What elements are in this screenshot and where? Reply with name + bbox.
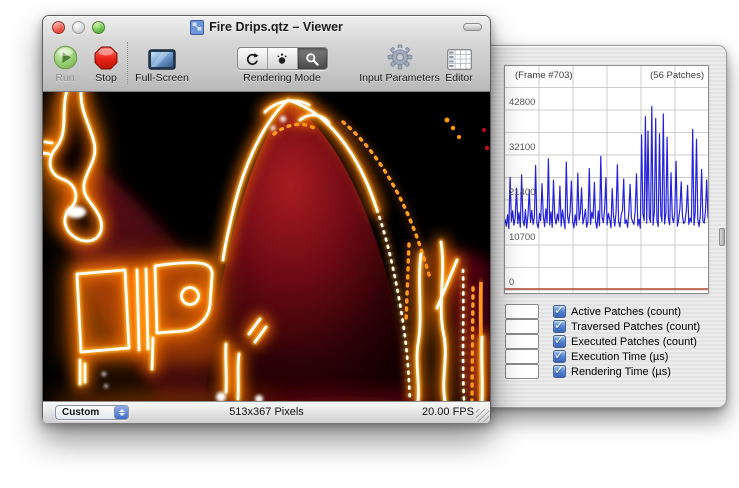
- legend-checkbox[interactable]: [553, 320, 566, 333]
- render-viewport[interactable]: [43, 92, 490, 401]
- y-tick-10700: 10700: [509, 232, 535, 243]
- y-tick-0: 0: [509, 277, 514, 288]
- legend-label: Execution Time (µs): [571, 351, 668, 363]
- rendering-mode-particle-segment[interactable]: [268, 48, 298, 69]
- run-button[interactable]: Run: [43, 40, 87, 84]
- patch-counter: (56 Patches): [650, 70, 704, 81]
- legend-row-rendering-time: Rendering Time (µs): [505, 364, 700, 379]
- stop-button[interactable]: Stop: [84, 40, 128, 84]
- statusbar: Custom 513x367 Pixels 20.00 FPS: [43, 401, 490, 423]
- profiler-legend: Active Patches (count) Traversed Patches…: [505, 304, 700, 379]
- legend-label: Executed Patches (count): [571, 336, 697, 348]
- particle-icon: [275, 52, 289, 66]
- legend-row-execution-time: Execution Time (µs): [505, 349, 700, 364]
- editor-button[interactable]: Editor: [435, 40, 483, 84]
- legend-label: Traversed Patches (count): [571, 321, 700, 333]
- y-tick-42800: 42800: [509, 97, 535, 108]
- legend-checkbox[interactable]: [553, 305, 566, 318]
- profiler-drawer: (Frame #703) (56 Patches) 42800 32100 21…: [480, 45, 727, 408]
- legend-color-swatch[interactable]: [505, 364, 539, 379]
- stop-icon: [84, 40, 128, 70]
- y-tick-21400: 21400: [509, 187, 535, 198]
- legend-checkbox[interactable]: [553, 365, 566, 378]
- titlebar[interactable]: Fire Drips.qtz – Viewer: [43, 16, 490, 38]
- legend-color-swatch[interactable]: [505, 334, 539, 349]
- toolbar-divider: [127, 42, 128, 84]
- legend-label: Active Patches (count): [571, 306, 681, 318]
- profiler-chart-canvas: [505, 66, 708, 293]
- document-icon: [190, 20, 204, 35]
- fps-readout: 20.00 FPS: [422, 406, 474, 418]
- frame-counter: (Frame #703): [515, 70, 573, 81]
- drawer-resize-grip[interactable]: [719, 228, 725, 246]
- legend-row-traversed-patches: Traversed Patches (count): [505, 319, 700, 334]
- legend-checkbox[interactable]: [553, 335, 566, 348]
- legend-color-swatch[interactable]: [505, 304, 539, 319]
- magnifier-icon: [305, 52, 319, 66]
- toolbar: Run Stop: [43, 38, 490, 90]
- profiler-chart: (Frame #703) (56 Patches) 42800 32100 21…: [504, 65, 709, 294]
- fullscreen-button[interactable]: Full-Screen: [129, 40, 195, 84]
- rendering-mode-refresh-segment[interactable]: [238, 48, 268, 69]
- viewer-window: Fire Drips.qtz – Viewer Run: [42, 15, 491, 422]
- y-tick-32100: 32100: [509, 142, 535, 153]
- window-resize-grip[interactable]: [476, 409, 489, 422]
- input-parameters-button[interactable]: Input Parameters: [353, 40, 446, 84]
- editor-grid-icon: [435, 40, 483, 70]
- fullscreen-icon: [129, 40, 195, 70]
- rendering-mode-profile-segment[interactable]: [298, 48, 327, 69]
- run-icon: [43, 40, 87, 70]
- legend-label: Rendering Time (µs): [571, 366, 671, 378]
- toolbar-toggle-pill[interactable]: [463, 23, 482, 31]
- legend-row-active-patches: Active Patches (count): [505, 304, 700, 319]
- legend-checkbox[interactable]: [553, 350, 566, 363]
- legend-color-swatch[interactable]: [505, 319, 539, 334]
- legend-row-executed-patches: Executed Patches (count): [505, 334, 700, 349]
- rendering-mode-control: Rendering Mode: [236, 40, 328, 84]
- gear-icon: [353, 40, 446, 70]
- refresh-icon: [245, 52, 259, 66]
- window-title: Fire Drips.qtz – Viewer: [209, 20, 343, 34]
- legend-color-swatch[interactable]: [505, 349, 539, 364]
